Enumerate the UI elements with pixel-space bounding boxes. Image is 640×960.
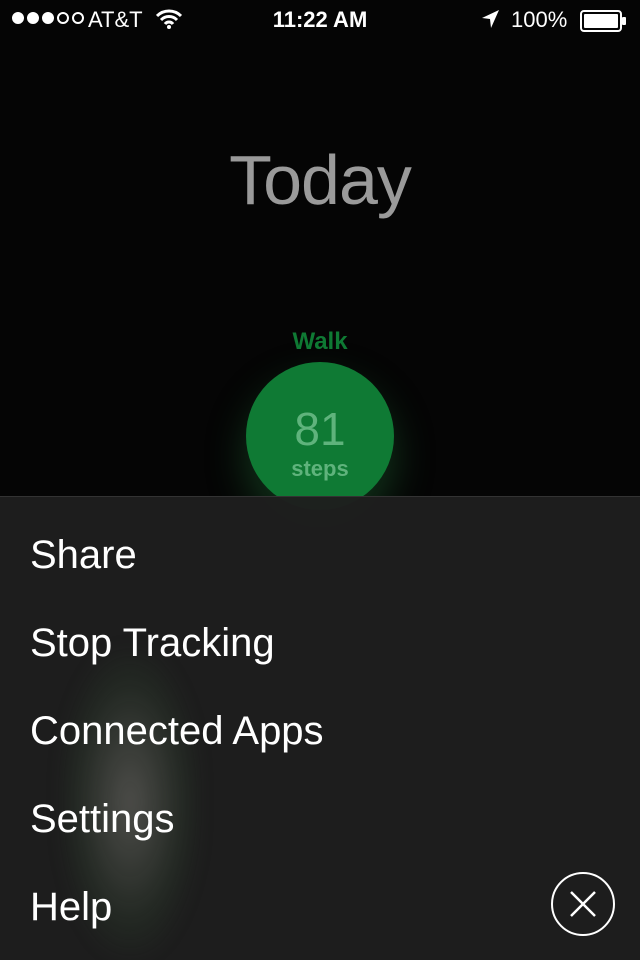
close-menu-button[interactable] [551,872,615,936]
activity-count: 81 [294,403,346,455]
activity-unit: steps [291,456,349,481]
status-bar: AT&T 11:22 AM 100% [0,0,640,40]
battery-percentage: 100% [511,7,568,32]
activity-bubble[interactable]: 81 steps [246,362,394,510]
menu-item-share[interactable]: Share [30,533,137,578]
page-title: Today [229,141,412,219]
menu-item-connected-apps[interactable]: Connected Apps [30,709,324,754]
activity-label: Walk [292,328,348,355]
menu-sheet: Share Stop Tracking Connected Apps Setti… [0,496,640,960]
location-arrow-icon [480,8,500,36]
close-x-icon [570,891,596,917]
menu-item-help[interactable]: Help [30,885,112,930]
menu-item-settings[interactable]: Settings [30,797,175,842]
menu-item-stop-tracking[interactable]: Stop Tracking [30,621,275,666]
battery-icon [580,10,626,32]
app-screen: AT&T 11:22 AM 100% Today Walk 81 steps S… [0,0,640,960]
